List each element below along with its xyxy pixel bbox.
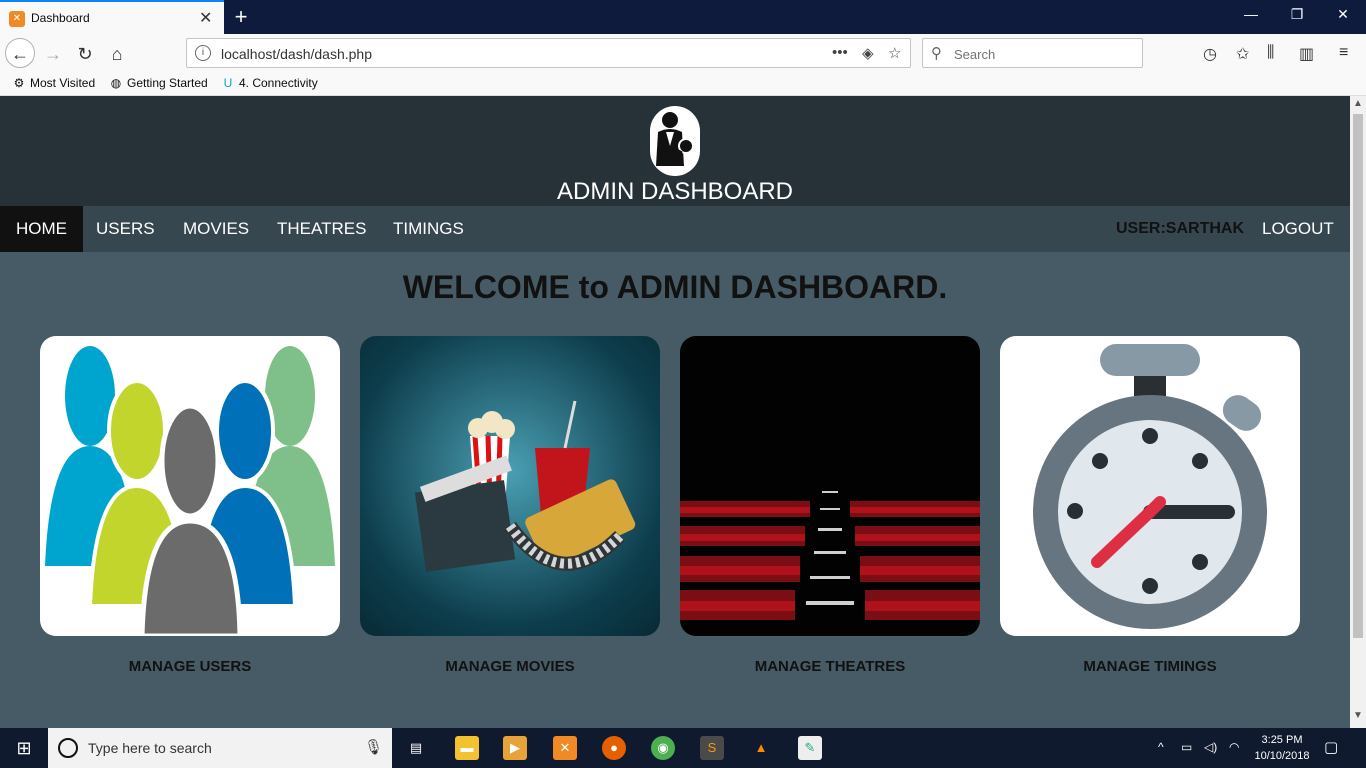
window-close-icon[interactable]: ✕ [1328,6,1358,23]
bookmarks-star-icon[interactable]: ✩ [1236,44,1249,64]
windows-start-icon[interactable]: ⊞ [0,728,48,768]
cinema-icon [414,400,636,572]
tab-title: Dashboard [31,11,90,25]
manage-theatres-card[interactable] [680,336,980,636]
more-actions-icon[interactable]: ••• [832,44,848,61]
gear-icon: ⚙ [13,76,25,90]
manage-users-card[interactable] [40,336,340,636]
battery-icon[interactable]: ▭ [1181,740,1192,754]
pocket-icon[interactable]: ◈ [862,44,874,62]
cortana-icon [58,738,78,758]
main-menu: HOME USERS MOVIES THEATRES TIMINGS USER:… [0,206,1350,252]
menu-movies[interactable]: MOVIES [167,206,265,252]
manage-users-link[interactable]: MANAGE USERS [40,658,340,675]
browser-tab[interactable]: ✕ Dashboard ✕ [0,0,224,34]
sidebar-icon[interactable]: ▥ [1299,44,1314,64]
browser-titlebar: ✕ Dashboard ✕ + — ❐ ✕ [0,0,1366,34]
scroll-up-icon[interactable]: ▲ [1353,98,1363,109]
manage-timings-card[interactable] [1000,336,1300,636]
taskbar-search-placeholder: Type here to search [88,740,212,756]
globe-icon: ◍ [110,76,122,90]
logout-link[interactable]: LOGOUT [1262,206,1334,252]
address-bar[interactable]: i localhost/dash/dash.php ••• ◈ ☆ [186,38,911,68]
firefox-icon[interactable]: ● [602,736,626,760]
manage-movies-link[interactable]: MANAGE MOVIES [360,658,660,675]
taskbar-search-input[interactable]: Type here to search 🎙 [48,728,392,768]
microphone-icon[interactable]: 🎙 [364,738,383,756]
manage-movies-card[interactable] [360,336,660,636]
search-input[interactable]: ⚲ Search [922,38,1143,68]
manage-theatres-link[interactable]: MANAGE THEATRES [680,658,980,675]
vlc-icon[interactable]: ▲ [749,736,773,760]
url-text: localhost/dash/dash.php [221,46,372,62]
bookmark-connectivity[interactable]: U 4. Connectivity [221,76,318,90]
menu-icon[interactable]: ≡ [1339,44,1348,62]
xampp-icon: ✕ [9,11,25,27]
clock-date: 10/10/2018 [1254,750,1310,762]
bookmark-star-icon[interactable]: ☆ [888,44,901,62]
menu-home[interactable]: HOME [0,206,83,252]
current-user: USER:SARTHAK [1116,220,1244,237]
sublime-text-icon[interactable]: S [700,736,724,760]
volume-icon[interactable]: ◁) [1204,740,1217,754]
udacity-icon: U [223,76,233,90]
media-player-icon[interactable]: ▶ [503,736,527,760]
page-scrollbar[interactable]: ▲ ▼ [1350,96,1366,728]
page-title: ADMIN DASHBOARD [556,178,794,205]
task-view-icon[interactable]: ▤ [404,736,428,760]
menu-theatres[interactable]: THEATRES [261,206,382,252]
xampp-taskbar-icon[interactable]: ✕ [553,736,577,760]
search-icon: ⚲ [931,45,942,62]
menu-users[interactable]: USERS [80,206,171,252]
minimize-icon[interactable]: — [1236,6,1266,22]
dashboard-header: ADMIN DASHBOARD [0,96,1350,206]
reload-icon[interactable]: ↻ [70,39,100,69]
home-icon[interactable]: ⌂ [102,39,132,69]
bookmarks-bar: ⚙ Most Visited ◍ Getting Started U 4. Conne… [0,72,1366,96]
browser-toolbar: ← → ↻ ⌂ i localhost/dash/dash.php ••• ◈ … [0,34,1366,72]
notepad-icon[interactable]: ✎ [798,736,822,760]
search-placeholder: Search [954,47,996,62]
stopwatch-icon [1033,344,1267,629]
close-tab-icon[interactable]: ✕ [199,8,212,28]
file-explorer-icon[interactable]: ▬ [455,736,479,760]
welcome-heading: WELCOME to ADMIN DASHBOARD. [402,269,948,305]
admin-logo-icon [650,106,700,176]
info-icon[interactable]: i [195,45,211,61]
theatre-seats-icon [680,491,980,620]
bookmark-most-visited[interactable]: ⚙ Most Visited [12,76,96,90]
users-group-icon [45,346,335,636]
clock-time: 3:25 PM [1261,734,1303,746]
back-icon[interactable]: ← [5,38,35,68]
bookmark-getting-started[interactable]: ◍ Getting Started [109,76,208,90]
forward-icon[interactable]: → [38,39,68,69]
history-icon[interactable]: ◷ [1203,44,1217,64]
show-hidden-icons[interactable]: ^ [1158,740,1164,754]
menu-timings[interactable]: TIMINGS [377,206,480,252]
chrome-icon[interactable]: ◉ [651,736,675,760]
library-icon[interactable]: ⫼ [1267,44,1274,62]
windows-taskbar: ⊞ Type here to search 🎙 ▤ ▬ ▶ ✕ ● ◉ S ▲ … [0,728,1366,768]
wifi-icon[interactable]: ◠ [1229,740,1239,754]
notifications-icon[interactable]: ▢ [1324,738,1338,756]
manage-timings-link[interactable]: MANAGE TIMINGS [1000,658,1300,675]
page-content: ADMIN DASHBOARD HOME USERS MOVIES THEATR… [0,96,1350,728]
system-clock[interactable]: 3:25 PM 10/10/2018 [1250,732,1314,764]
scroll-down-icon[interactable]: ▼ [1353,710,1363,721]
scroll-thumb[interactable] [1353,114,1363,638]
new-tab-icon[interactable]: + [230,4,252,30]
restore-icon[interactable]: ❐ [1282,6,1312,23]
